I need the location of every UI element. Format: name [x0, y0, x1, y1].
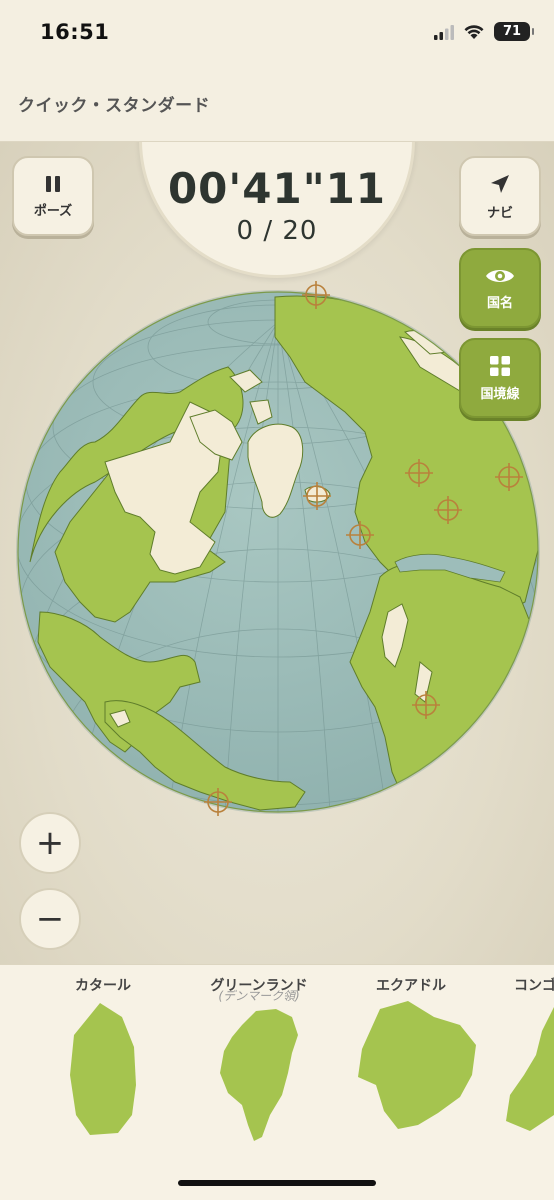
eye-icon — [486, 269, 514, 282]
country-shape-congo[interactable] — [480, 965, 554, 1200]
signal-icon — [434, 24, 454, 40]
zoom-in-button[interactable]: + — [19, 812, 81, 874]
pause-button[interactable]: ポーズ — [12, 156, 94, 236]
country-shape-greenland[interactable] — [184, 965, 334, 1200]
header: クイック・スタンダード — [0, 66, 554, 142]
mode-title: クイック・スタンダード — [18, 96, 211, 116]
country-shape-qatar[interactable] — [28, 965, 178, 1200]
status-bar: 16:51 71 — [0, 0, 554, 66]
home-indicator — [178, 1180, 376, 1186]
navigation-arrow-icon — [491, 174, 509, 193]
battery-icon: 71 — [494, 22, 534, 41]
country-names-toggle[interactable]: 国名 — [459, 248, 541, 328]
country-names-label: 国名 — [486, 295, 513, 311]
country-card[interactable]: グリーンランド (デンマーク領) — [184, 965, 334, 1200]
status-time: 16:51 — [40, 20, 110, 44]
game-area: 00'41"11 0 / 20 ポーズ ナビ 国名 国境線 + − — [0, 142, 554, 964]
zoom-out-button[interactable]: − — [19, 888, 81, 950]
country-tray[interactable]: カタール グリーンランド (デンマーク領) エクアドル コンゴ — [0, 964, 554, 1200]
grid-icon — [490, 355, 510, 376]
borders-toggle[interactable]: 国境線 — [459, 338, 541, 418]
country-card[interactable]: カタール — [28, 965, 178, 1200]
pause-icon — [46, 175, 60, 192]
wifi-icon — [464, 24, 484, 39]
country-shape-ecuador[interactable] — [336, 965, 486, 1200]
borders-label: 国境線 — [480, 386, 520, 402]
navi-button[interactable]: ナビ — [459, 156, 541, 236]
pause-label: ポーズ — [33, 203, 73, 219]
country-card[interactable]: エクアドル — [336, 965, 486, 1200]
country-card[interactable]: コンゴ — [480, 965, 554, 1200]
navi-label: ナビ — [486, 205, 513, 221]
status-icons: 71 — [434, 22, 534, 41]
